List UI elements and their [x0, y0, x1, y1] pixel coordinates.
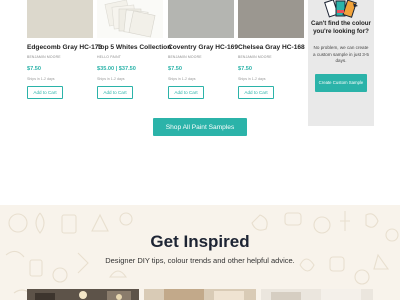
article-image [144, 289, 256, 300]
product-name[interactable]: Top 5 Whites Collection [97, 44, 177, 51]
article-thumbnail[interactable] [27, 289, 139, 300]
create-custom-sample-button[interactable]: Create Custom Sample [315, 74, 367, 92]
product-shipping: Ships in 1-2 days [238, 77, 266, 81]
product-swatch[interactable] [168, 0, 234, 38]
custom-sample-promo: Can't find the colour you're looking for… [308, 0, 374, 126]
product-brand: BENJAMIN MOORE [238, 55, 272, 59]
inspire-subtitle: Designer DIY tips, colour trends and oth… [105, 256, 295, 265]
add-to-cart-button[interactable]: Add to Cart [238, 86, 274, 99]
product-name[interactable]: Coventry Gray HC-169 [168, 44, 248, 51]
add-to-cart-button[interactable]: Add to Cart [97, 86, 133, 99]
article-image [27, 289, 139, 300]
product-name[interactable]: Chelsea Gray HC-168 [238, 44, 318, 51]
product-price: $7.50 [168, 66, 182, 72]
article-image [261, 289, 373, 300]
product-price: $7.50 [238, 66, 252, 72]
get-inspired-section: Get Inspired Designer DIY tips, colour t… [0, 205, 400, 300]
product-shipping: Ships in 1-2 days [27, 77, 55, 81]
product-brand: HELLO PAINT [97, 55, 121, 59]
article-thumbnail[interactable] [261, 289, 373, 300]
product-name[interactable]: Edgecomb Gray HC-173 [27, 44, 107, 51]
shop-all-samples-button[interactable]: Shop All Paint Samples [153, 118, 247, 136]
product-price: $35.00 | $37.50 [97, 66, 136, 72]
product-swatch[interactable] [97, 0, 163, 38]
product-price: $7.50 [27, 66, 41, 72]
product-swatch[interactable] [238, 0, 304, 38]
add-to-cart-button[interactable]: Add to Cart [168, 86, 204, 99]
product-swatch[interactable] [27, 0, 93, 38]
article-thumbnail[interactable] [144, 289, 256, 300]
inspire-title: Get Inspired [150, 232, 250, 251]
product-brand: BENJAMIN MOORE [168, 55, 202, 59]
stacked-swatches-image [97, 0, 163, 38]
product-shipping: Ships in 1-2 days [97, 77, 125, 81]
product-shipping: Ships in 1-2 days [168, 77, 196, 81]
promo-title: Can't find the colour you're looking for… [311, 20, 371, 35]
paint-swatch-icon [324, 0, 358, 18]
promo-body: No problem, we can create a custom sampl… [313, 45, 369, 64]
product-brand: BENJAMIN MOORE [27, 55, 61, 59]
add-to-cart-button[interactable]: Add to Cart [27, 86, 63, 99]
doodle-pattern-background [5, 211, 399, 294]
